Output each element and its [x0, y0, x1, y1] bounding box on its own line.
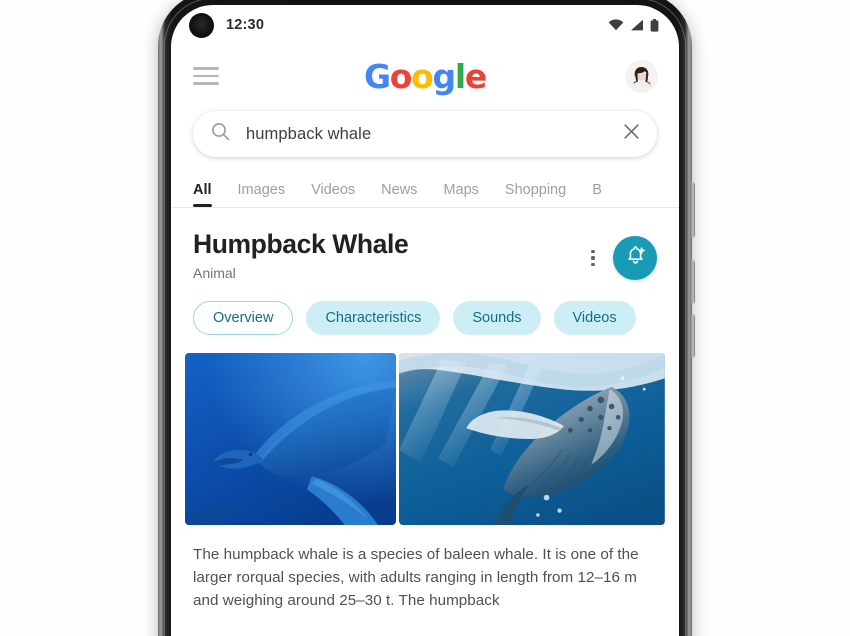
status-bar-icons	[608, 18, 659, 32]
chip-characteristics[interactable]: Characteristics	[306, 300, 441, 335]
tab-all[interactable]: All	[193, 182, 212, 207]
close-icon[interactable]	[622, 122, 641, 146]
google-logo-letter-G: G	[364, 56, 391, 96]
page-title: Humpback Whale	[193, 229, 409, 259]
google-logo-letter-g: g	[432, 56, 457, 96]
tab-videos[interactable]: Videos	[311, 182, 355, 207]
wifi-icon	[608, 19, 624, 31]
search-input[interactable]: humpback whale	[246, 125, 622, 144]
volume-up-button[interactable]	[691, 260, 695, 304]
google-logo-letter-o1: o	[389, 56, 413, 96]
search-bar[interactable]: humpback whale	[193, 111, 657, 157]
tab-books-truncated[interactable]: B	[592, 182, 602, 207]
search-result-tabs: All Images Videos News Maps Shopping B	[171, 171, 679, 207]
tab-images[interactable]: Images	[238, 182, 286, 207]
volume-down-button[interactable]	[691, 314, 695, 358]
tab-news[interactable]: News	[381, 182, 417, 207]
knowledge-panel-images	[171, 352, 679, 525]
knowledge-panel-description: The humpback whale is a species of balee…	[193, 545, 639, 609]
app-bar: Google	[171, 45, 679, 107]
search-icon	[211, 122, 230, 146]
more-options-icon[interactable]	[583, 246, 603, 270]
screenshot-stage: 12:30 Google humpback whale All Images V…	[0, 0, 850, 636]
page-subtitle: Animal	[193, 264, 236, 281]
tab-maps[interactable]: Maps	[443, 182, 478, 207]
phone-device-frame: 12:30 Google humpback whale All Images V…	[158, 0, 695, 636]
status-bar-clock: 12:30	[226, 17, 265, 33]
knowledge-panel: Humpback Whale Animal Overview Character…	[171, 208, 679, 337]
phone-screen: 12:30 Google humpback whale All Images V…	[171, 5, 679, 636]
knowledge-panel-chips: Overview Characteristics Sounds Videos	[193, 300, 657, 337]
front-camera-punch-hole	[189, 12, 214, 38]
avatar[interactable]	[626, 60, 657, 92]
whale-image-surface[interactable]	[399, 352, 665, 525]
bell-plus-icon	[624, 244, 647, 272]
google-logo-letter-l: l	[454, 56, 466, 96]
knowledge-panel-actions	[583, 230, 657, 280]
knowledge-panel-header: Humpback Whale Animal	[193, 229, 657, 281]
power-button[interactable]	[691, 182, 695, 238]
add-notification-button[interactable]	[613, 236, 657, 280]
hamburger-menu-icon[interactable]	[193, 67, 219, 85]
search-bar-container: humpback whale	[171, 107, 679, 157]
chip-videos[interactable]: Videos	[553, 300, 636, 335]
cell-signal-icon	[630, 19, 644, 31]
tab-shopping[interactable]: Shopping	[505, 182, 566, 207]
google-logo-letter-e: e	[464, 56, 487, 96]
google-logo-letter-o2: o	[411, 56, 434, 96]
knowledge-panel-titles: Humpback Whale Animal	[193, 229, 409, 281]
chip-sounds[interactable]: Sounds	[453, 300, 541, 335]
status-bar: 12:30	[171, 5, 679, 45]
google-logo: Google	[364, 56, 487, 96]
battery-icon	[650, 18, 659, 32]
chip-overview[interactable]: Overview	[193, 300, 294, 335]
whale-image-deep-blue[interactable]	[185, 352, 397, 525]
